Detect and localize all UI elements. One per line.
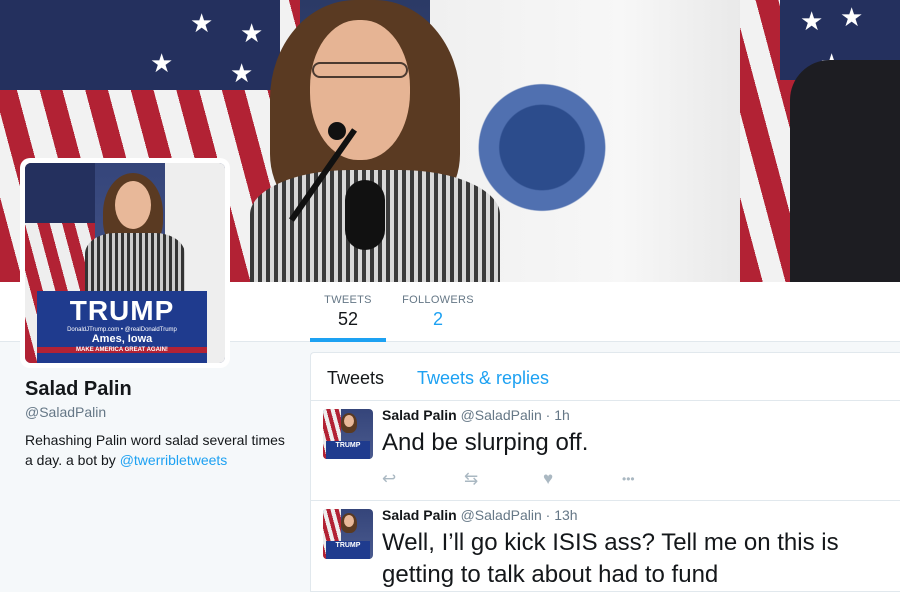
tweet-text: And be slurping off. (382, 429, 589, 456)
tweet[interactable]: TRUMP Salad Palin @SaladPalin · 1h And b… (311, 401, 900, 501)
tweet-header: Salad Palin @SaladPalin · 13h (382, 507, 578, 523)
tweet-timestamp[interactable]: 1h (554, 407, 570, 423)
podium-title: TRUMP (69, 295, 175, 326)
profile-handle[interactable]: @SaladPalin (25, 404, 106, 420)
tweet[interactable]: TRUMP Salad Palin @SaladPalin · 13h Well… (311, 501, 900, 592)
profile-name[interactable]: Salad Palin (25, 378, 132, 401)
timeline-tabs: Tweets Tweets & replies (311, 353, 900, 401)
star-icon: ★ (840, 2, 864, 32)
followers-stat-count: 2 (432, 309, 443, 329)
star-icon: ★ (150, 48, 174, 78)
tweet-separator: · (545, 507, 551, 523)
like-icon[interactable]: ♥ (543, 469, 553, 489)
profile-avatar[interactable]: TRUMP DonaldJTrump.com • @realDonaldTrum… (20, 158, 230, 368)
profile-bio: Rehashing Palin word salad several times… (25, 430, 295, 470)
suit-silhouette (790, 60, 900, 282)
bio-link[interactable]: @twerribletweets (120, 452, 228, 468)
tweet-author-handle[interactable]: @SaladPalin (461, 507, 542, 523)
tweets-stat-count: 52 (337, 309, 359, 329)
tweet-avatar[interactable]: TRUMP (323, 409, 373, 459)
star-icon: ★ (190, 8, 214, 38)
avatar-image: TRUMP DonaldJTrump.com • @realDonaldTrum… (25, 163, 225, 363)
reply-icon[interactable]: ↩ (382, 469, 396, 489)
tweets-stat-label: TWEETS (324, 294, 372, 306)
tweet-separator: · (545, 407, 551, 423)
speaker-photo (250, 0, 510, 282)
podium-city: Ames, Iowa (91, 333, 153, 345)
more-options-icon[interactable]: ••• (622, 469, 635, 489)
followers-stat-label: FOLLOWERS (402, 294, 474, 306)
podium-slogan: MAKE AMERICA GREAT AGAIN! (37, 347, 207, 353)
tweet-header: Salad Palin @SaladPalin · 1h (382, 407, 570, 423)
tweet-author-name[interactable]: Salad Palin (382, 407, 457, 423)
tweet-author-name[interactable]: Salad Palin (382, 507, 457, 523)
tab-tweets[interactable]: Tweets (327, 368, 384, 389)
tab-tweets-replies[interactable]: Tweets & replies (417, 368, 549, 389)
tweet-author-handle[interactable]: @SaladPalin (461, 407, 542, 423)
followers-stat[interactable]: FOLLOWERS 2 (398, 294, 478, 330)
tweet-avatar[interactable]: TRUMP (323, 509, 373, 559)
star-icon: ★ (800, 6, 824, 36)
podium-sign: TRUMP DonaldJTrump.com • @realDonaldTrum… (37, 291, 207, 363)
tweet-timestamp[interactable]: 13h (554, 507, 577, 523)
retweet-icon[interactable]: ⇆ (464, 469, 478, 489)
tweets-stat[interactable]: TWEETS 52 (310, 294, 386, 342)
tweet-text: Well, I’ll go kick ISIS ass? Tell me on … (382, 529, 839, 588)
timeline: Tweets Tweets & replies TRUMP Salad Pali… (310, 352, 900, 592)
